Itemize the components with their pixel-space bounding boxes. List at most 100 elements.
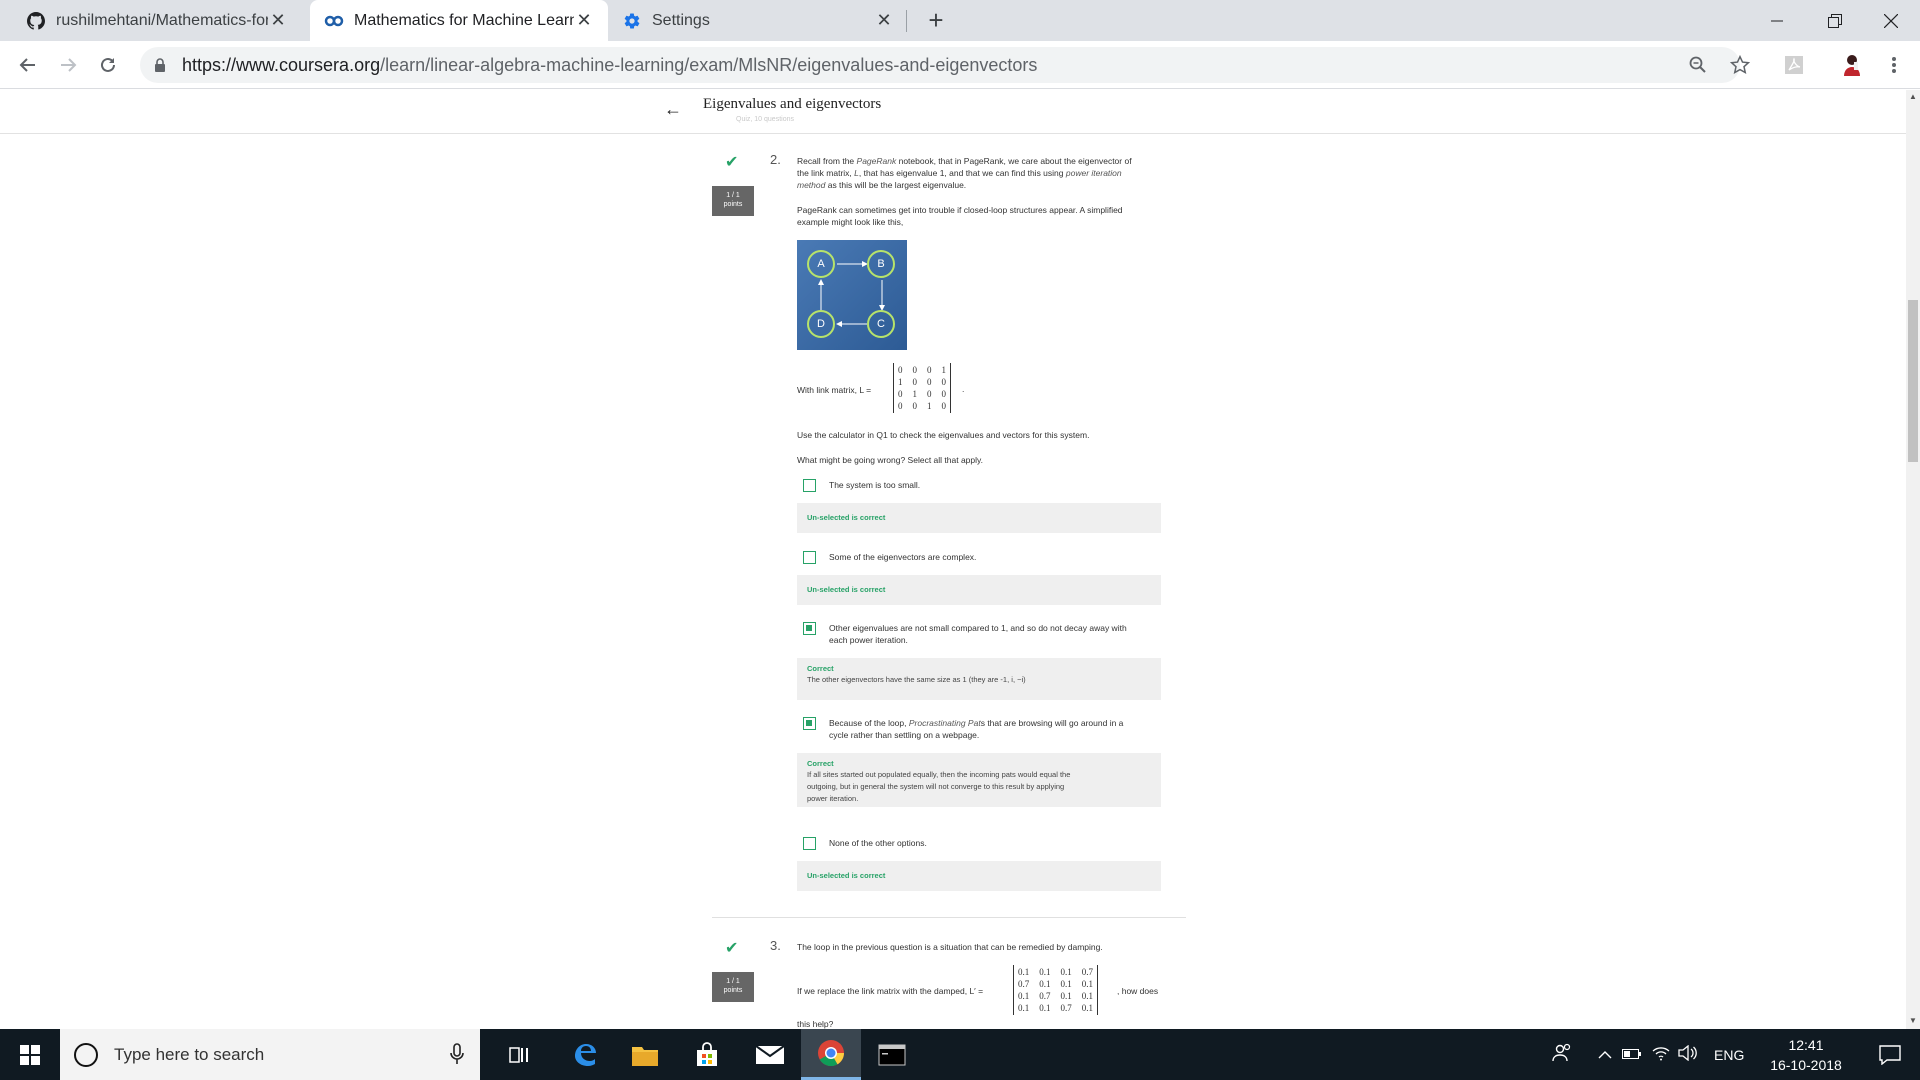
matrix-cell: 0.1 [1081, 979, 1093, 989]
back-arrow-icon[interactable]: ← [664, 99, 682, 120]
terminal-icon[interactable] [862, 1029, 922, 1080]
points-score: 1 / 1 [726, 978, 740, 985]
feedback-line: outgoing, but in general the system will… [807, 782, 1065, 791]
system-tray: ENG [1552, 1029, 1744, 1080]
feedback-box: Un-selected is correct [797, 503, 1161, 533]
back-button[interactable] [14, 51, 42, 79]
graph-node-d: D [807, 310, 835, 338]
matrix-cell: 0.1 [1060, 979, 1072, 989]
matrix-cell: 0.7 [1060, 1003, 1072, 1013]
taskbar-search-input[interactable]: Type here to search [60, 1029, 480, 1080]
matrix-row: 0.1 0.1 0.1 0.7 [1018, 966, 1093, 978]
tab-coursera[interactable]: Mathematics for Machine Learnin ✕ [310, 0, 608, 41]
feedback-body: The other eigenvectors have the same siz… [807, 675, 1026, 684]
calculator-note: Use the calculator in Q1 to check the ei… [797, 430, 1090, 440]
matrix-cell: 0 [898, 365, 903, 375]
windows-start-button[interactable] [0, 1029, 60, 1080]
matrix-cell: 0 [898, 401, 903, 411]
people-icon[interactable] [1552, 1043, 1572, 1066]
feedback-box: Correct If all sites started out populat… [797, 753, 1161, 807]
feedback-title: Correct [807, 664, 834, 673]
matrix-label: With link matrix, L = [797, 385, 872, 395]
file-explorer-icon[interactable] [615, 1029, 675, 1080]
option-checkbox-selected[interactable] [803, 622, 816, 635]
battery-icon[interactable] [1622, 1047, 1642, 1063]
matrix-cell: 1 [941, 365, 947, 375]
option-text: s that are browsing will go around in a [980, 718, 1124, 728]
page-scrollbar[interactable]: ▲ ▼ [1906, 90, 1920, 1029]
store-icon[interactable] [677, 1029, 737, 1080]
bookmark-star-icon[interactable] [1726, 51, 1754, 79]
matrix-cell: 0.7 [1018, 979, 1030, 989]
feedback-box: Correct The other eigenvectors have the … [797, 658, 1161, 700]
task-view-icon[interactable] [490, 1029, 550, 1080]
action-center-icon[interactable] [1860, 1029, 1920, 1080]
edge-icon[interactable] [555, 1029, 615, 1080]
damped-matrix-label: If we replace the link matrix with the d… [797, 986, 984, 996]
reload-button[interactable] [94, 51, 122, 79]
mail-icon[interactable] [740, 1029, 800, 1080]
taskbar-clock[interactable]: 12:41 16-10-2018 [1756, 1035, 1856, 1075]
matrix-row: 0.1 0.1 0.7 0.1 [1018, 1002, 1093, 1014]
matrix-cell: 0 [941, 401, 947, 411]
intro-text: , that has eigenvalue 1, and that we can… [858, 168, 1066, 178]
intro-text: notebook, that in PageRank, we care abou… [896, 156, 1132, 166]
tab-settings[interactable]: Settings ✕ [608, 0, 908, 41]
question-prompt: What might be going wrong? Select all th… [797, 455, 984, 465]
matrix-cell: 0.7 [1039, 991, 1051, 1001]
zoom-icon[interactable] [1684, 51, 1712, 79]
option-label: Other eigenvalues are not small compared… [829, 622, 1169, 646]
address-bar[interactable]: https://www.coursera.org/learn/linear-al… [140, 47, 1740, 83]
wifi-icon[interactable] [1652, 1045, 1670, 1064]
close-icon[interactable]: ✕ [874, 10, 894, 31]
profile-avatar[interactable] [1838, 51, 1866, 79]
scroll-thumb[interactable] [1908, 300, 1918, 462]
option-label: Some of the eigenvectors are complex. [829, 552, 977, 562]
matrix-cell: 0.1 [1039, 967, 1051, 977]
window-close-button[interactable] [1862, 0, 1920, 41]
language-indicator[interactable]: ENG [1714, 1047, 1744, 1063]
feedback-title: Correct [807, 759, 834, 768]
tab-github[interactable]: rushilmehtani/Mathematics-for-M ✕ [12, 0, 302, 41]
graph-node-c: C [867, 310, 895, 338]
lock-icon [152, 57, 168, 73]
github-icon [26, 11, 46, 31]
matrix-cell: 0 [912, 377, 918, 387]
matrix-row: 0.7 0.1 0.1 0.1 [1018, 978, 1093, 990]
option-line: each power iteration. [829, 635, 908, 645]
matrix-cell: 0.1 [1060, 967, 1072, 977]
new-tab-button[interactable]: + [922, 6, 950, 34]
feedback-body: If all sites started out populated equal… [807, 769, 1151, 805]
microphone-icon[interactable] [450, 1043, 464, 1070]
volume-icon[interactable] [1678, 1044, 1698, 1064]
intro-power: power iteration [1065, 168, 1122, 178]
trouble-text: PageRank can sometimes get into trouble … [797, 204, 1177, 228]
option-checkbox-selected[interactable] [803, 717, 816, 730]
matrix-row: 0100 [898, 388, 946, 400]
chrome-icon[interactable] [801, 1029, 861, 1080]
menu-icon[interactable] [1880, 51, 1908, 79]
close-icon[interactable]: ✕ [268, 10, 288, 31]
minimize-button[interactable] [1748, 0, 1806, 41]
forward-button[interactable] [54, 51, 82, 79]
question-number: 2. [770, 152, 781, 167]
option-checkbox[interactable] [803, 837, 816, 850]
browser-toolbar: https://www.coursera.org/learn/linear-al… [0, 41, 1920, 89]
graph-node-a: A [807, 250, 835, 278]
close-icon[interactable]: ✕ [574, 10, 594, 31]
show-hidden-icons-chevron-icon[interactable] [1598, 1047, 1612, 1063]
option-checkbox[interactable] [803, 551, 816, 564]
clock-date: 16-10-2018 [1770, 1057, 1842, 1073]
matrix-cell: 0.1 [1081, 1003, 1093, 1013]
tab-title: rushilmehtani/Mathematics-for-M [56, 11, 268, 29]
option-checkbox[interactable] [803, 479, 816, 492]
points-score: 1 / 1 [726, 192, 740, 199]
quiz-subtitle: Quiz, 10 questions [736, 116, 794, 123]
feedback-title: Un-selected is correct [807, 513, 886, 522]
scroll-down-arrow-icon[interactable]: ▼ [1909, 1016, 1917, 1025]
restore-button[interactable] [1806, 0, 1864, 41]
trouble-line: PageRank can sometimes get into trouble … [797, 205, 1123, 215]
scroll-up-arrow-icon[interactable]: ▲ [1909, 92, 1917, 101]
pdf-extension-icon[interactable] [1780, 51, 1808, 79]
quiz-title: Eigenvalues and eigenvectors [703, 96, 882, 112]
